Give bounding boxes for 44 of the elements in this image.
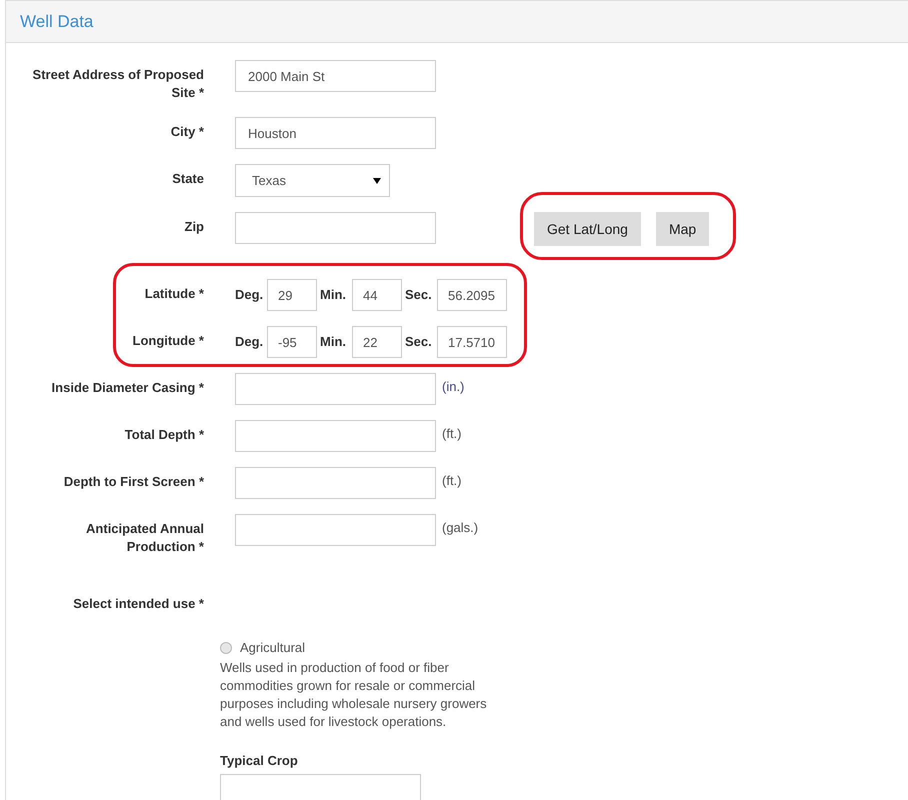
input-field[interactable] [235, 212, 436, 244]
unit-text: (gals.) [442, 519, 478, 537]
input-field[interactable] [235, 373, 436, 405]
input-field[interactable]: -95 [267, 326, 317, 358]
unit-text: (ft.) [442, 472, 462, 490]
input-field[interactable] [235, 467, 436, 499]
caret-icon [373, 178, 381, 184]
field-label: Total Depth * [124, 426, 204, 444]
input-field[interactable]: 29 [267, 279, 317, 311]
field-label: Depth to First Screen * [62, 473, 204, 491]
input-field[interactable]: 56.2095 [437, 279, 507, 311]
unit-label: Sec. [405, 333, 433, 351]
input-field[interactable] [235, 514, 436, 546]
field-label: Typical Crop [220, 752, 299, 770]
unit-text: (in.) [442, 378, 464, 396]
field-label: Latitude * [144, 285, 204, 303]
field-label: State [171, 170, 204, 188]
unit-text: (ft.) [442, 425, 462, 443]
field-label: City * [170, 123, 204, 141]
get-lat-long-button[interactable]: Get Lat/Long [534, 212, 641, 246]
radio-button[interactable] [220, 642, 232, 654]
option-description: Wells used in production of food or fiber commodities grown for resale or commercial purposes including wholesale nursery growers and wells used for livestock operations. [220, 658, 488, 730]
unit-label: Deg. [235, 286, 264, 304]
input-field[interactable] [235, 420, 436, 452]
field-label: Zip [184, 218, 204, 236]
field-label: Longitude * [132, 332, 204, 350]
input-field[interactable]: 2000 Main St [235, 60, 436, 92]
unit-label: Sec. [405, 286, 433, 304]
field-label: Inside Diameter Casing * [50, 379, 204, 397]
input-field[interactable] [220, 774, 421, 800]
input-field[interactable]: 44 [352, 279, 402, 311]
option-label: Agricultural [240, 639, 306, 657]
input-field[interactable]: 22 [352, 326, 402, 358]
panel-title: Well Data [20, 10, 94, 33]
unit-label: Min. [320, 333, 347, 351]
state-dropdown[interactable]: Texas [235, 164, 390, 197]
map-button[interactable]: Map [656, 212, 710, 246]
field-label: Anticipated Annual Production * [85, 520, 204, 556]
field-label: Street Address of Proposed Site * [32, 66, 204, 102]
field-label: Select intended use * [72, 595, 204, 613]
unit-label: Min. [320, 286, 347, 304]
input-field[interactable]: 17.5710 [437, 326, 507, 358]
input-field[interactable]: Houston [235, 117, 436, 149]
unit-label: Deg. [235, 333, 264, 351]
